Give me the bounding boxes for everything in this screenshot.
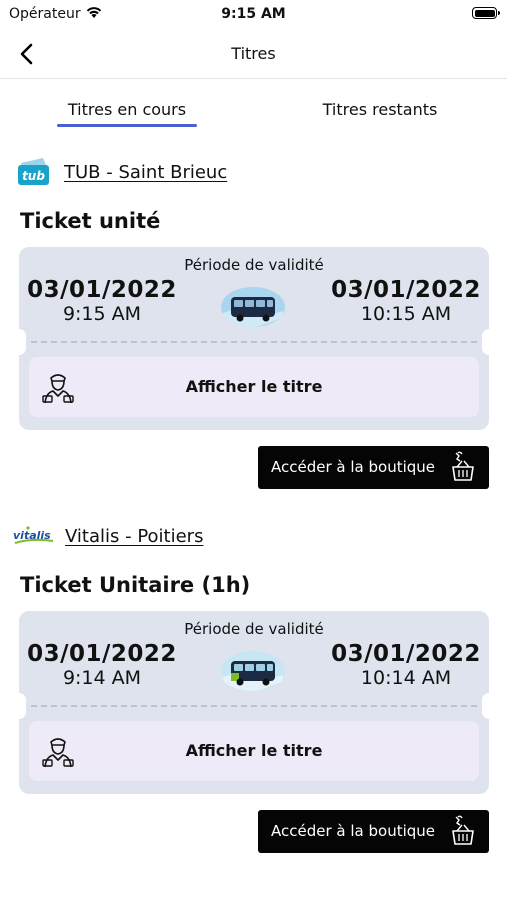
start-date: 03/01/2022	[27, 277, 177, 303]
shop-button-label: Accéder à la boutique	[271, 822, 436, 840]
ticket-card: Période de validité 03/01/2022 9:15 AM 0…	[12, 247, 496, 430]
operator-row: vitalis Vitalis - Poitiers	[13, 521, 203, 551]
validity-period-label: Période de validité	[184, 620, 324, 638]
status-bar: Opérateur 9:15 AM	[0, 0, 507, 28]
operator-row: tub TUB - Saint Brieuc	[17, 157, 227, 187]
perforation-divider	[31, 705, 477, 707]
page-title: Titres	[231, 44, 276, 63]
show-ticket-button[interactable]: Afficher le titre	[29, 721, 479, 781]
ticket-section: vitalis Vitalis - Poitiers Ticket Unitai…	[0, 521, 507, 861]
vitalis-logo-icon: vitalis	[13, 521, 55, 551]
active-tab-indicator	[57, 124, 197, 127]
ticket-name: Ticket Unitaire (1h)	[20, 573, 251, 597]
end-datetime: 03/01/2022 10:15 AM	[326, 277, 486, 325]
show-ticket-label: Afficher le titre	[185, 377, 323, 396]
validity-period-label: Période de validité	[184, 256, 324, 274]
end-date: 03/01/2022	[331, 641, 481, 667]
ticket-notch	[482, 329, 496, 355]
bus-icon	[221, 287, 285, 327]
bus-icon	[221, 651, 285, 691]
end-date: 03/01/2022	[331, 277, 481, 303]
tub-logo-icon: tub	[17, 157, 51, 187]
shopping-basket-icon	[452, 451, 474, 481]
ticket-notch	[12, 693, 26, 719]
start-time: 9:14 AM	[62, 667, 142, 689]
svg-text:tub: tub	[22, 169, 45, 183]
ticket-card: Période de validité 03/01/2022 9:14 AM 0…	[12, 611, 496, 794]
status-time: 9:15 AM	[221, 6, 286, 22]
operator-link[interactable]: Vitalis - Poitiers	[65, 526, 203, 547]
end-datetime: 03/01/2022 10:14 AM	[326, 641, 486, 689]
tab-titres-restants[interactable]: Titres restants	[310, 100, 450, 119]
validity-period: Période de validité 03/01/2022 9:14 AM 0…	[19, 611, 489, 706]
shop-button-label: Accéder à la boutique	[271, 458, 436, 476]
ticket-notch	[482, 693, 496, 719]
end-time: 10:15 AM	[360, 303, 452, 325]
ticket-notch	[12, 329, 26, 355]
shopping-basket-icon	[452, 815, 474, 845]
start-time: 9:15 AM	[62, 303, 142, 325]
start-datetime: 03/01/2022 9:14 AM	[22, 641, 182, 689]
show-ticket-label: Afficher le titre	[185, 741, 323, 760]
ticket-section: tub TUB - Saint Brieuc Ticket unité Péri…	[0, 157, 507, 497]
shop-button[interactable]: Accéder à la boutique	[258, 810, 489, 853]
show-ticket-button[interactable]: Afficher le titre	[29, 357, 479, 417]
tab-bar: Titres en cours Titres restants	[0, 92, 507, 132]
start-datetime: 03/01/2022 9:15 AM	[22, 277, 182, 325]
operator-link[interactable]: TUB - Saint Brieuc	[64, 162, 227, 183]
battery-icon	[472, 7, 500, 19]
end-time: 10:14 AM	[360, 667, 452, 689]
perforation-divider	[31, 341, 477, 343]
shop-button[interactable]: Accéder à la boutique	[258, 446, 489, 489]
ticket-name: Ticket unité	[20, 209, 161, 233]
navigation-bar: Titres	[0, 30, 507, 79]
tab-titres-en-cours[interactable]: Titres en cours	[57, 100, 197, 119]
validity-period: Période de validité 03/01/2022 9:15 AM 0…	[19, 247, 489, 342]
start-date: 03/01/2022	[27, 641, 177, 667]
